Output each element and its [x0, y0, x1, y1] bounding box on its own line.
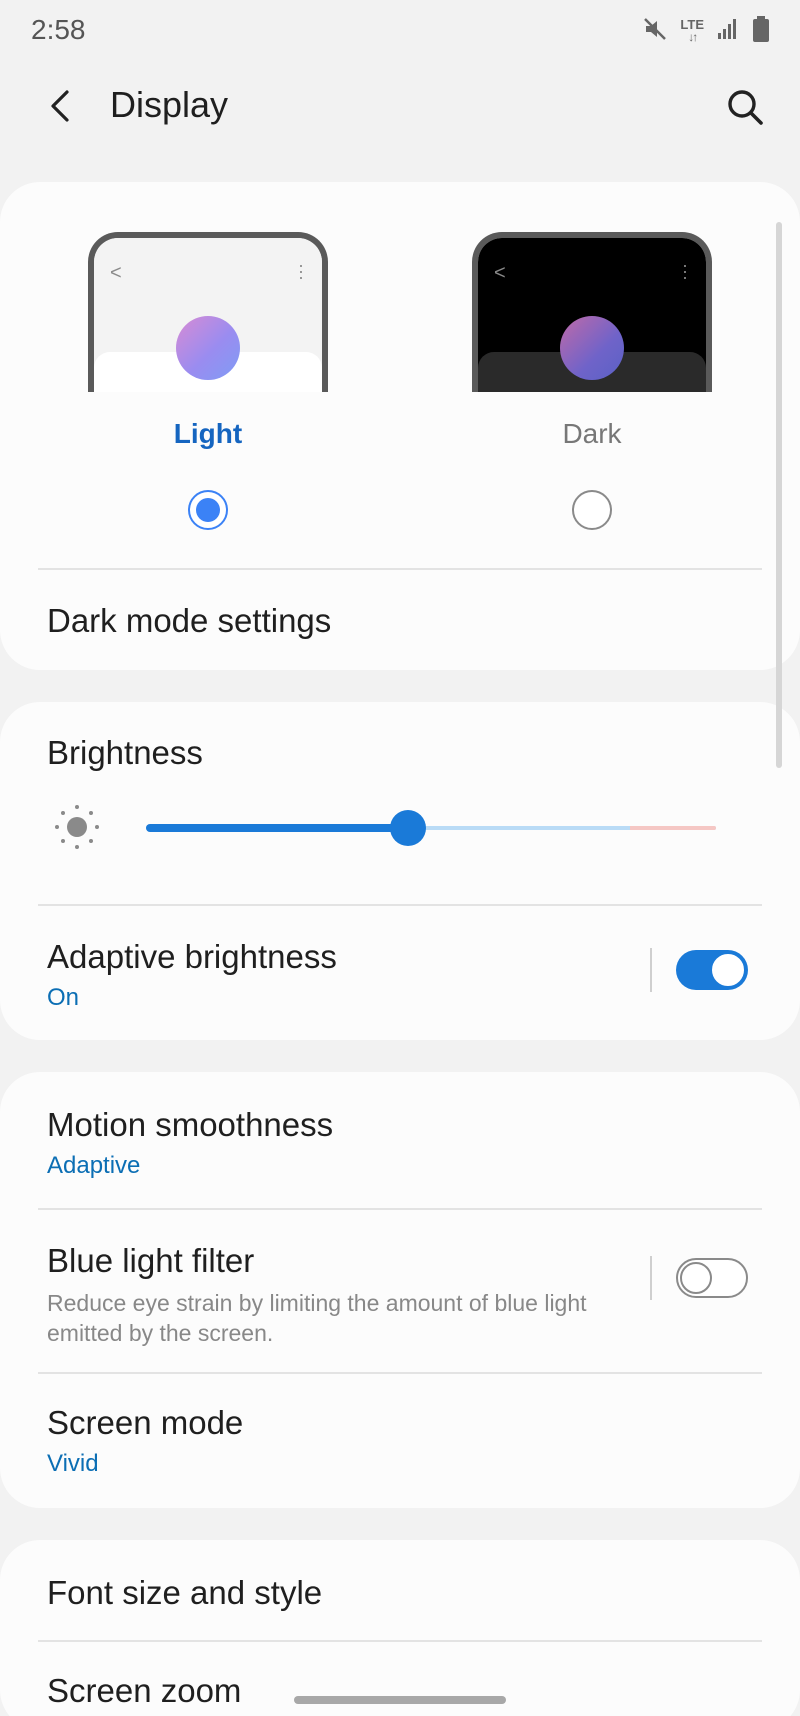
- signal-icon: [716, 17, 740, 46]
- preview-more-icon: · · ·: [682, 255, 688, 287]
- blue-light-filter-description: Reduce eye strain by limiting the amount…: [47, 1290, 587, 1346]
- font-size-style-label: Font size and style: [47, 1574, 323, 1611]
- home-indicator[interactable]: [294, 1696, 506, 1704]
- sun-icon: [55, 805, 99, 849]
- dark-mode-settings-row[interactable]: Dark mode settings: [0, 570, 800, 670]
- theme-option-dark[interactable]: < · · · Dark: [472, 232, 712, 532]
- font-card: Font size and style Screen zoom: [0, 1540, 800, 1716]
- theme-label-dark: Dark: [562, 418, 622, 449]
- adaptive-brightness-row[interactable]: Adaptive brightness On: [0, 906, 800, 1040]
- font-size-style-row[interactable]: Font size and style: [0, 1540, 800, 1640]
- brightness-card: Brightness Adaptive brightness On: [0, 702, 800, 1040]
- search-button[interactable]: [720, 82, 770, 132]
- motion-smoothness-row[interactable]: Motion smoothness Adaptive: [0, 1072, 800, 1206]
- dark-preview: < · · ·: [472, 232, 712, 392]
- motion-smoothness-value: Adaptive: [47, 1152, 141, 1179]
- adaptive-brightness-label: Adaptive brightness: [47, 938, 337, 975]
- back-arrow-icon: [51, 90, 69, 122]
- scrollbar[interactable]: [776, 222, 782, 768]
- slider-track-high: [630, 826, 716, 830]
- theme-label-light: Light: [173, 418, 243, 449]
- theme-card: < · · · Light < · · · Dark Dark mode setting…: [0, 182, 800, 670]
- dark-radio[interactable]: [572, 490, 612, 530]
- preview-orb: [560, 316, 624, 380]
- page-title: Display: [110, 84, 229, 125]
- preview-orb: [176, 316, 240, 380]
- lte-icon: LTE ↓↑: [680, 17, 704, 44]
- preview-more-icon: · · ·: [298, 255, 304, 287]
- vertical-separator: [650, 948, 652, 992]
- theme-option-light[interactable]: < · · · Light: [88, 232, 328, 532]
- mute-icon: [642, 16, 668, 47]
- adaptive-brightness-status: On: [47, 984, 80, 1011]
- brightness-label: Brightness: [47, 734, 203, 771]
- blue-light-filter-label: Blue light filter: [47, 1242, 255, 1279]
- status-time: 2:58: [31, 14, 86, 45]
- vertical-separator: [650, 1256, 652, 1300]
- slider-fill: [146, 824, 408, 832]
- app-bar: Display: [0, 70, 800, 142]
- screen-zoom-label[interactable]: Screen zoom: [47, 1672, 241, 1710]
- dark-mode-settings-label: Dark mode settings: [47, 602, 332, 639]
- screen-mode-label: Screen mode: [47, 1404, 244, 1441]
- status-icons: LTE ↓↑: [642, 14, 770, 48]
- light-radio[interactable]: [188, 490, 228, 530]
- status-bar: 2:58 LTE ↓↑: [0, 0, 800, 60]
- divider: [38, 1640, 762, 1642]
- battery-icon: [752, 15, 770, 48]
- slider-thumb[interactable]: [390, 810, 426, 846]
- motion-smoothness-label: Motion smoothness: [47, 1106, 334, 1143]
- blue-light-filter-toggle[interactable]: [676, 1258, 748, 1298]
- preview-back-icon: <: [110, 262, 122, 284]
- brightness-slider[interactable]: [146, 810, 716, 846]
- display-options-card: Motion smoothness Adaptive Blue light fi…: [0, 1072, 800, 1508]
- screen-mode-row[interactable]: Screen mode Vivid: [0, 1374, 800, 1508]
- adaptive-brightness-toggle[interactable]: [676, 950, 748, 990]
- blue-light-filter-row[interactable]: Blue light filter Reduce eye strain by l…: [0, 1210, 800, 1372]
- back-button[interactable]: [38, 82, 86, 130]
- light-preview: < · · ·: [88, 232, 328, 392]
- preview-back-icon: <: [494, 262, 506, 284]
- screen-mode-value: Vivid: [47, 1450, 99, 1477]
- search-icon: [728, 90, 763, 125]
